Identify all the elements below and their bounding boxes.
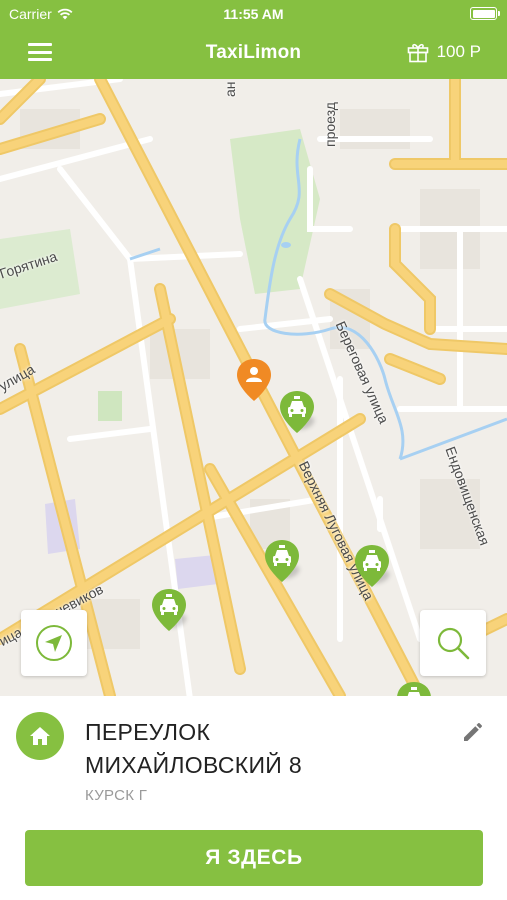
battery-icon: [470, 7, 500, 20]
person-icon: [237, 359, 271, 401]
address-line-2: МИХАЙЛОВСКИЙ 8: [85, 752, 302, 778]
home-badge: [16, 712, 64, 760]
menu-button[interactable]: [28, 43, 52, 63]
taxi-icon: [355, 545, 389, 587]
confirm-location-button[interactable]: Я ЗДЕСЬ: [25, 830, 483, 886]
status-time: 11:55 AM: [223, 6, 284, 22]
locate-me-button[interactable]: [21, 610, 87, 676]
taxi-icon: [397, 682, 431, 696]
app-header: Carrier 11:55 AM TaxiLimon 100 Р: [0, 0, 507, 79]
bonus-amount: 100 Р: [436, 42, 481, 61]
nav-bar: TaxiLimon 100 Р: [0, 28, 507, 79]
home-icon: [30, 727, 50, 745]
status-bar: Carrier 11:55 AM: [0, 0, 507, 28]
address-panel: ПЕРЕУЛОК МИХАЙЛОВСКИЙ 8 КУРСК Г Я ЗДЕСЬ: [0, 696, 507, 900]
address-line-1: ПЕРЕУЛОК: [85, 719, 211, 745]
taxi-icon: [280, 391, 314, 433]
taxi-pin[interactable]: [151, 587, 189, 633]
taxi-pin[interactable]: [354, 543, 392, 589]
taxi-pin[interactable]: [396, 680, 432, 696]
search-button[interactable]: [420, 610, 486, 676]
bonus-button[interactable]: 100 Р: [406, 40, 481, 64]
taxi-pin[interactable]: [279, 389, 317, 435]
map-view[interactable]: Горятина улица проезд ан Береговая улица…: [0, 79, 507, 696]
taxi-icon: [152, 589, 186, 631]
search-icon: [437, 627, 470, 660]
street-label: ан: [222, 81, 238, 97]
gift-icon: [407, 43, 428, 63]
pencil-icon: [464, 723, 482, 741]
address-city: КУРСК Г: [85, 787, 148, 804]
taxi-pin[interactable]: [264, 538, 302, 584]
taxi-icon: [265, 540, 299, 582]
street-label: проезд: [322, 102, 338, 147]
user-location-pin[interactable]: [236, 357, 272, 403]
edit-address-button[interactable]: [461, 720, 485, 744]
locate-arrow-icon: [36, 625, 72, 661]
